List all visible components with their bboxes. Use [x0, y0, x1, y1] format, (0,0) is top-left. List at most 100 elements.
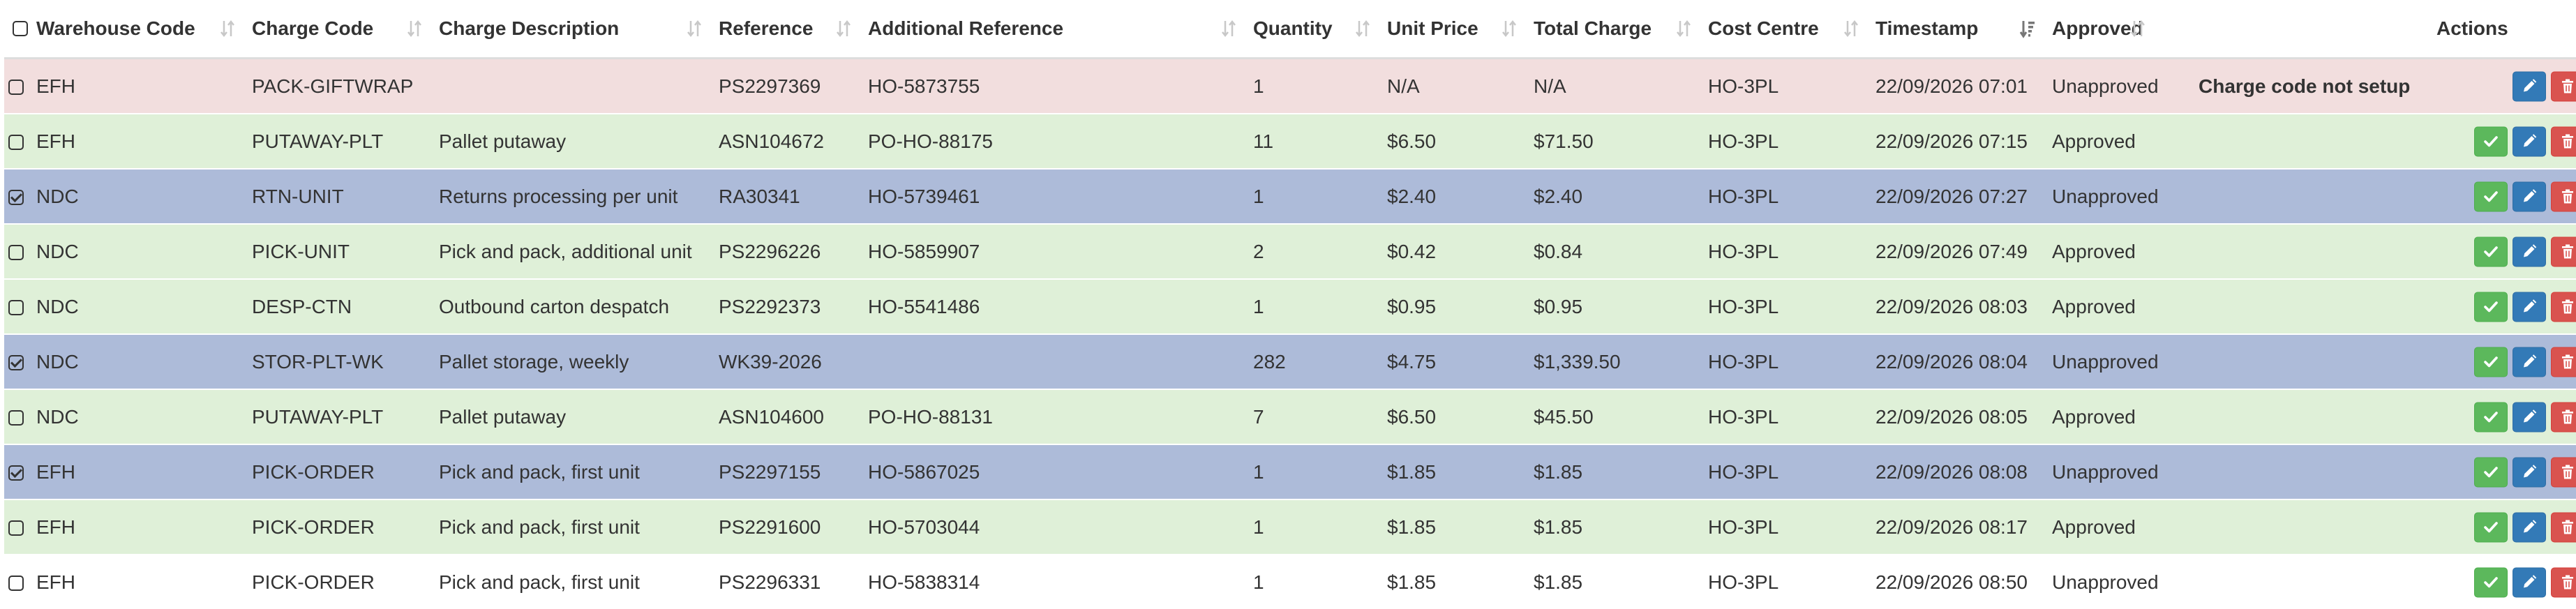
sort-amount-down-icon[interactable]: [2020, 18, 2035, 39]
row-select-checkbox[interactable]: [8, 465, 24, 481]
column-header-reference[interactable]: Reference: [714, 0, 864, 59]
approve-button[interactable]: [2474, 567, 2508, 597]
column-header-approved[interactable]: Approved: [2048, 0, 2194, 59]
table-row[interactable]: EFHPACK-GIFTWRAPPS2297369HO-58737551N/AN…: [4, 59, 2576, 114]
edit-button[interactable]: [2513, 567, 2546, 597]
edit-button[interactable]: [2513, 126, 2546, 156]
delete-button[interactable]: [2551, 71, 2576, 101]
delete-button[interactable]: [2551, 402, 2576, 432]
row-select-cell: [4, 444, 32, 499]
charge-code-cell: PICK-ORDER: [248, 444, 435, 499]
row-select-checkbox[interactable]: [8, 520, 24, 536]
row-select-cell: [4, 169, 32, 224]
delete-button[interactable]: [2551, 347, 2576, 377]
delete-button[interactable]: [2551, 567, 2576, 597]
row-select-checkbox[interactable]: [8, 135, 24, 150]
table-row[interactable]: EFHPICK-ORDERPick and pack, first unitPS…: [4, 499, 2576, 555]
sort-arrows-icon[interactable]: [1676, 18, 1691, 39]
edit-button[interactable]: [2513, 236, 2546, 266]
warehouse-code-cell: EFH: [32, 59, 248, 114]
sort-arrows-icon[interactable]: [220, 18, 235, 39]
sort-arrows-icon[interactable]: [836, 18, 851, 39]
approve-button[interactable]: [2474, 181, 2508, 211]
column-header-quantity[interactable]: Quantity: [1249, 0, 1383, 59]
approve-button[interactable]: [2474, 402, 2508, 432]
row-select-checkbox[interactable]: [8, 355, 24, 370]
charges-table: Warehouse Code Charge Code Charge Descri…: [4, 0, 2576, 609]
row-select-checkbox[interactable]: [8, 410, 24, 426]
delete-button[interactable]: [2551, 126, 2576, 156]
edit-button[interactable]: [2513, 181, 2546, 211]
table-row[interactable]: EFHPICK-ORDERPick and pack, first unitPS…: [4, 444, 2576, 499]
select-all-checkbox[interactable]: [13, 21, 28, 36]
trash-icon: [2559, 354, 2576, 370]
delete-button[interactable]: [2551, 292, 2576, 322]
edit-button[interactable]: [2513, 347, 2546, 377]
approve-button[interactable]: [2474, 236, 2508, 266]
unit-price-cell: $6.50: [1383, 389, 1529, 444]
sort-arrows-icon[interactable]: [1221, 18, 1236, 39]
column-header-charge-description[interactable]: Charge Description: [435, 0, 714, 59]
approve-button[interactable]: [2474, 126, 2508, 156]
trash-icon: [2559, 409, 2576, 426]
additional-reference-cell: HO-5873755: [864, 59, 1249, 114]
delete-button[interactable]: [2551, 236, 2576, 266]
row-select-checkbox[interactable]: [8, 576, 24, 591]
edit-button[interactable]: [2513, 402, 2546, 432]
warehouse-code-cell: EFH: [32, 555, 248, 609]
table-row[interactable]: EFHPICK-ORDERPick and pack, first unitPS…: [4, 555, 2576, 609]
approve-button[interactable]: [2474, 457, 2508, 487]
edit-button[interactable]: [2513, 457, 2546, 487]
warehouse-code-cell: NDC: [32, 279, 248, 334]
delete-button[interactable]: [2551, 457, 2576, 487]
row-actions: [2474, 457, 2576, 487]
trash-icon: [2559, 464, 2576, 481]
pencil-icon: [2521, 78, 2538, 95]
row-select-checkbox[interactable]: [8, 190, 24, 205]
row-actions: [2474, 236, 2576, 266]
table-row[interactable]: EFHPUTAWAY-PLTPallet putawayASN104672PO-…: [4, 114, 2576, 169]
edit-button[interactable]: [2513, 512, 2546, 542]
pencil-icon: [2521, 574, 2538, 591]
actions-cell: [2432, 169, 2576, 224]
row-select-checkbox[interactable]: [8, 300, 24, 315]
table-row[interactable]: NDCRTN-UNITReturns processing per unitRA…: [4, 169, 2576, 224]
column-header-unit-price[interactable]: Unit Price: [1383, 0, 1529, 59]
pencil-icon: [2521, 354, 2538, 370]
column-header-cost-centre[interactable]: Cost Centre: [1704, 0, 1871, 59]
sort-arrows-icon[interactable]: [2130, 18, 2146, 39]
approve-button[interactable]: [2474, 347, 2508, 377]
charge-code-cell: DESP-CTN: [248, 279, 435, 334]
table-row[interactable]: NDCDESP-CTNOutbound carton despatchPS229…: [4, 279, 2576, 334]
sort-arrows-icon[interactable]: [1843, 18, 1859, 39]
column-header-label: Timestamp: [1875, 17, 1978, 40]
table-row[interactable]: NDCSTOR-PLT-WKPallet storage, weeklyWK39…: [4, 334, 2576, 389]
column-header-total-charge[interactable]: Total Charge: [1529, 0, 1704, 59]
column-header-additional-reference[interactable]: Additional Reference: [864, 0, 1249, 59]
sort-arrows-icon[interactable]: [1502, 18, 1517, 39]
column-header-charge-code[interactable]: Charge Code: [248, 0, 435, 59]
table-row[interactable]: NDCPICK-UNITPick and pack, additional un…: [4, 224, 2576, 279]
approve-button[interactable]: [2474, 292, 2508, 322]
delete-button[interactable]: [2551, 181, 2576, 211]
approval-status-cell: Unapproved: [2048, 169, 2194, 224]
edit-button[interactable]: [2513, 71, 2546, 101]
validation-note-cell: [2194, 279, 2432, 334]
column-header-warehouse-code[interactable]: Warehouse Code: [32, 0, 248, 59]
row-select-checkbox[interactable]: [8, 245, 24, 260]
column-header-label: Cost Centre: [1708, 17, 1819, 40]
approve-button[interactable]: [2474, 512, 2508, 542]
pencil-icon: [2521, 464, 2538, 481]
additional-reference-cell: HO-5739461: [864, 169, 1249, 224]
table-row[interactable]: NDCPUTAWAY-PLTPallet putawayASN104600PO-…: [4, 389, 2576, 444]
sort-arrows-icon[interactable]: [687, 18, 702, 39]
delete-button[interactable]: [2551, 512, 2576, 542]
charge-description-cell: [435, 59, 714, 114]
column-header-timestamp[interactable]: Timestamp: [1871, 0, 2048, 59]
edit-button[interactable]: [2513, 292, 2546, 322]
sort-arrows-icon[interactable]: [1355, 18, 1370, 39]
trash-icon: [2559, 188, 2576, 205]
timestamp-cell: 22/09/2026 08:04: [1871, 334, 2048, 389]
sort-arrows-icon[interactable]: [407, 18, 422, 39]
row-select-checkbox[interactable]: [8, 80, 24, 95]
